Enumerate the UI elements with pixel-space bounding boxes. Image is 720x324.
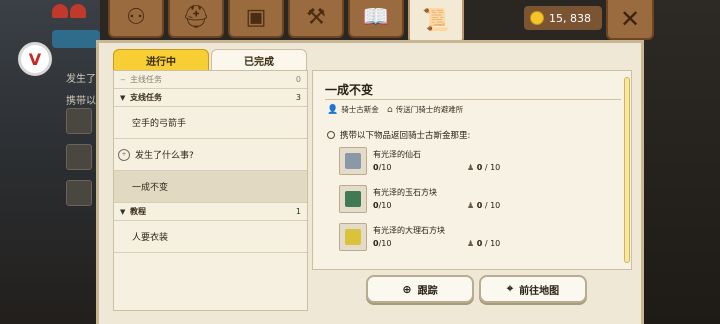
category-count: 0 <box>295 75 301 84</box>
tracking-icon: + <box>118 148 130 161</box>
quest-giver-name: 骑士古斯金 <box>341 105 379 114</box>
requirement-item: 有光泽的仙石 0/10 ♟ 0 / 10 <box>339 147 509 179</box>
app-logo-icon: V <box>18 42 52 76</box>
hud-slot <box>66 180 92 206</box>
hud-quest-text: 发生了 <box>66 74 96 85</box>
item-bag-count: ♟ 0 / 10 <box>467 239 501 248</box>
hud-bar <box>52 30 100 48</box>
coin-icon <box>530 11 544 25</box>
hud-quest-text: 携带以 <box>66 96 96 107</box>
helmet-icon: ⛑ <box>182 5 210 30</box>
coin-amount: 15, 838 <box>549 11 591 25</box>
bag-icon: ♟ <box>467 239 475 248</box>
quest-name: 发生了什么事? <box>135 151 194 161</box>
chevron-down-icon: ▼ <box>120 93 126 102</box>
crosshair-icon: ⊕ <box>402 282 412 296</box>
category-main-quest[interactable]: − 主线任务 0 <box>114 71 307 89</box>
quest-giver: 👤 骑士古斯金 <box>327 104 379 115</box>
close-icon: ✕ <box>619 5 641 33</box>
requirement-item: 有光泽的大理石方块 0/10 ♟ 0 / 10 <box>339 223 509 255</box>
item-bag-count: ♟ 0 / 10 <box>467 163 501 172</box>
stone-block-icon <box>345 153 361 169</box>
tab-quests[interactable]: 📜 <box>408 0 464 44</box>
marble-block-icon <box>345 229 361 245</box>
tab-equipment[interactable]: ⛑ <box>168 0 224 38</box>
tab-in-progress[interactable]: 进行中 <box>113 49 209 71</box>
map-pin-icon: ⌖ <box>506 282 514 295</box>
close-button[interactable]: ✕ <box>606 0 654 40</box>
divider <box>325 99 621 100</box>
quest-detail: 一成不变 👤 骑士古斯金 ⌂ 传送门骑士的避难所 携带以下物品返回骑士古斯金那里… <box>312 70 632 270</box>
coin-counter: 15, 838 <box>524 6 602 30</box>
quest-item[interactable]: 空手的弓箭手 <box>114 107 307 139</box>
location-icon: ⌂ <box>387 104 393 115</box>
item-slot <box>339 185 367 213</box>
hud-slot <box>66 108 92 134</box>
detail-scrollbar[interactable] <box>624 77 630 263</box>
tab-inventory[interactable]: ▣ <box>228 0 284 38</box>
hud-slot <box>66 144 92 170</box>
item-slot <box>339 223 367 251</box>
go-to-map-label: 前往地图 <box>519 285 560 297</box>
item-bag-count: ♟ 0 / 10 <box>467 201 501 210</box>
scroll-icon: 📜 <box>422 8 450 33</box>
track-button[interactable]: ⊕ 跟踪 <box>366 275 474 303</box>
category-label: 教程 <box>130 207 146 216</box>
tab-completed[interactable]: 已完成 <box>211 49 307 71</box>
objective-text: 携带以下物品返回骑士古斯金那里: <box>340 131 471 141</box>
quest-panel: 进行中 已完成 − 主线任务 0 ▼ 支线任务 3 空手的弓箭手 + 发生了什么事… <box>96 40 644 324</box>
tab-book[interactable]: 📖 <box>348 0 404 38</box>
objective-bullet-icon <box>327 131 335 139</box>
item-count: 0/10 <box>373 163 392 172</box>
category-label: 支线任务 <box>130 93 162 102</box>
category-count: 1 <box>295 207 301 216</box>
quest-name: 人要衣装 <box>132 233 169 243</box>
category-tutorial[interactable]: ▼ 教程 1 <box>114 203 307 221</box>
quest-item-selected[interactable]: 一成不变 <box>114 171 307 203</box>
chest-icon: ▣ <box>245 5 267 30</box>
book-icon: 📖 <box>362 5 390 30</box>
category-label: 主线任务 <box>130 75 162 84</box>
quest-title: 一成不变 <box>325 83 374 97</box>
quest-item[interactable]: 人要衣装 <box>114 221 307 253</box>
hierarchy-icon: ⚇ <box>126 5 146 30</box>
quest-name: 空手的弓箭手 <box>132 119 187 129</box>
item-name: 有光泽的大理石方块 <box>373 226 445 235</box>
category-count: 3 <box>295 93 301 102</box>
go-to-map-button[interactable]: ⌖ 前往地图 <box>479 275 587 303</box>
item-count: 0/10 <box>373 239 392 248</box>
bag-icon: ♟ <box>467 201 475 210</box>
jade-block-icon <box>345 191 361 207</box>
quest-location-name: 传送门骑士的避难所 <box>395 105 464 114</box>
item-count: 0/10 <box>373 201 392 210</box>
category-side-quest[interactable]: ▼ 支线任务 3 <box>114 89 307 107</box>
quest-objective: 携带以下物品返回骑士古斯金那里: <box>327 129 470 141</box>
quest-list: − 主线任务 0 ▼ 支线任务 3 空手的弓箭手 + 发生了什么事? 一成不变 ▼… <box>113 70 308 311</box>
quest-name: 一成不变 <box>132 183 169 193</box>
requirement-item: 有光泽的玉石方块 0/10 ♟ 0 / 10 <box>339 185 509 217</box>
track-label: 跟踪 <box>417 285 438 297</box>
bag-icon: ♟ <box>467 163 475 172</box>
quest-location: ⌂ 传送门骑士的避难所 <box>387 104 463 115</box>
person-icon: 👤 <box>327 104 339 115</box>
quest-item[interactable]: + 发生了什么事? <box>114 139 307 171</box>
item-name: 有光泽的仙石 <box>373 150 421 159</box>
heart-icon <box>70 4 86 18</box>
tab-hierarchy[interactable]: ⚇ <box>108 0 164 38</box>
hammer-icon: ⚒ <box>306 5 326 30</box>
item-slot <box>339 147 367 175</box>
collapse-icon: − <box>120 75 126 84</box>
heart-icon <box>52 4 68 18</box>
item-name: 有光泽的玉石方块 <box>373 188 437 197</box>
chevron-down-icon: ▼ <box>120 207 126 216</box>
tab-crafting[interactable]: ⚒ <box>288 0 344 38</box>
